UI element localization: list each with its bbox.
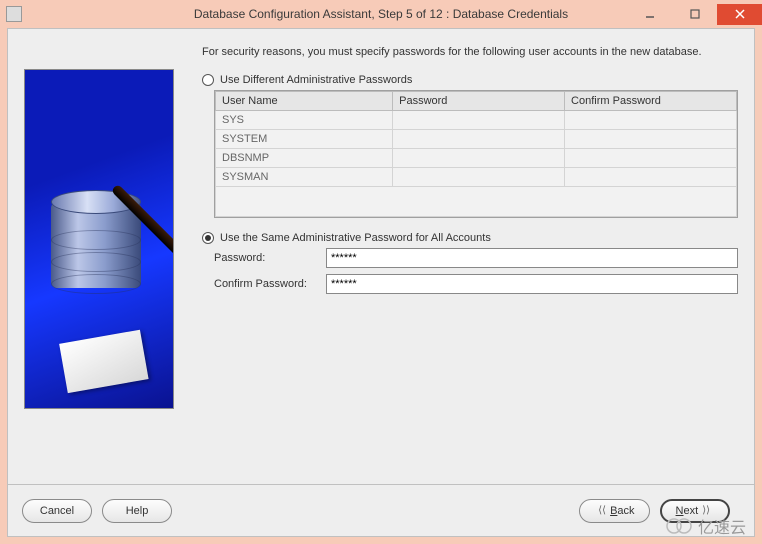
confirm-password-row: Confirm Password:: [214, 274, 738, 294]
radio-icon: [202, 74, 214, 86]
option-same-label: Use the Same Administrative Password for…: [220, 232, 491, 244]
cell-password[interactable]: [393, 110, 565, 129]
cell-confirm[interactable]: [565, 167, 737, 186]
maximize-button[interactable]: [672, 4, 717, 25]
cell-user: SYSMAN: [216, 167, 393, 186]
cell-password[interactable]: [393, 129, 565, 148]
cell-user: DBSNMP: [216, 148, 393, 167]
table-row-blank: [216, 186, 737, 216]
window: Database Configuration Assistant, Step 5…: [0, 0, 762, 544]
option-different-label: Use Different Administrative Passwords: [220, 74, 412, 86]
password-row: Password:: [214, 248, 738, 268]
window-buttons: [627, 4, 762, 25]
users-table: User Name Password Confirm Password SYS: [214, 90, 738, 218]
chevron-left-icon: ⟨⟨: [598, 505, 606, 516]
option-same-password[interactable]: Use the Same Administrative Password for…: [202, 232, 738, 244]
client-area: For security reasons, you must specify p…: [7, 28, 755, 537]
footer: Cancel Help ⟨⟨ Back Next ⟩⟩: [8, 484, 754, 536]
table-row: DBSNMP: [216, 148, 737, 167]
col-confirm: Confirm Password: [565, 91, 737, 110]
titlebar: Database Configuration Assistant, Step 5…: [0, 0, 762, 28]
cancel-button[interactable]: Cancel: [22, 499, 92, 523]
password-input[interactable]: [326, 248, 738, 268]
help-button[interactable]: Help: [102, 499, 172, 523]
col-password: Password: [393, 91, 565, 110]
cell-confirm[interactable]: [565, 129, 737, 148]
instruction-text: For security reasons, you must specify p…: [202, 45, 738, 60]
chevron-right-icon: ⟩⟩: [702, 505, 710, 516]
cell-confirm[interactable]: [565, 148, 737, 167]
main-panel: For security reasons, you must specify p…: [202, 45, 738, 474]
close-button[interactable]: [717, 4, 762, 25]
content: For security reasons, you must specify p…: [8, 29, 754, 484]
password-label: Password:: [214, 252, 326, 264]
app-icon: [6, 6, 22, 22]
back-button[interactable]: ⟨⟨ Back: [579, 499, 649, 523]
cell-user: SYSTEM: [216, 129, 393, 148]
table-row: SYS: [216, 110, 737, 129]
cell-user: SYS: [216, 110, 393, 129]
table-row: SYSMAN: [216, 167, 737, 186]
next-button[interactable]: Next ⟩⟩: [660, 499, 730, 523]
cell-confirm[interactable]: [565, 110, 737, 129]
wizard-image: [24, 69, 174, 409]
option-different-passwords[interactable]: Use Different Administrative Passwords: [202, 74, 738, 86]
table-row: SYSTEM: [216, 129, 737, 148]
radio-icon: [202, 232, 214, 244]
confirm-password-input[interactable]: [326, 274, 738, 294]
minimize-button[interactable]: [627, 4, 672, 25]
cell-password[interactable]: [393, 148, 565, 167]
col-username: User Name: [216, 91, 393, 110]
cell-password[interactable]: [393, 167, 565, 186]
confirm-password-label: Confirm Password:: [214, 278, 326, 290]
